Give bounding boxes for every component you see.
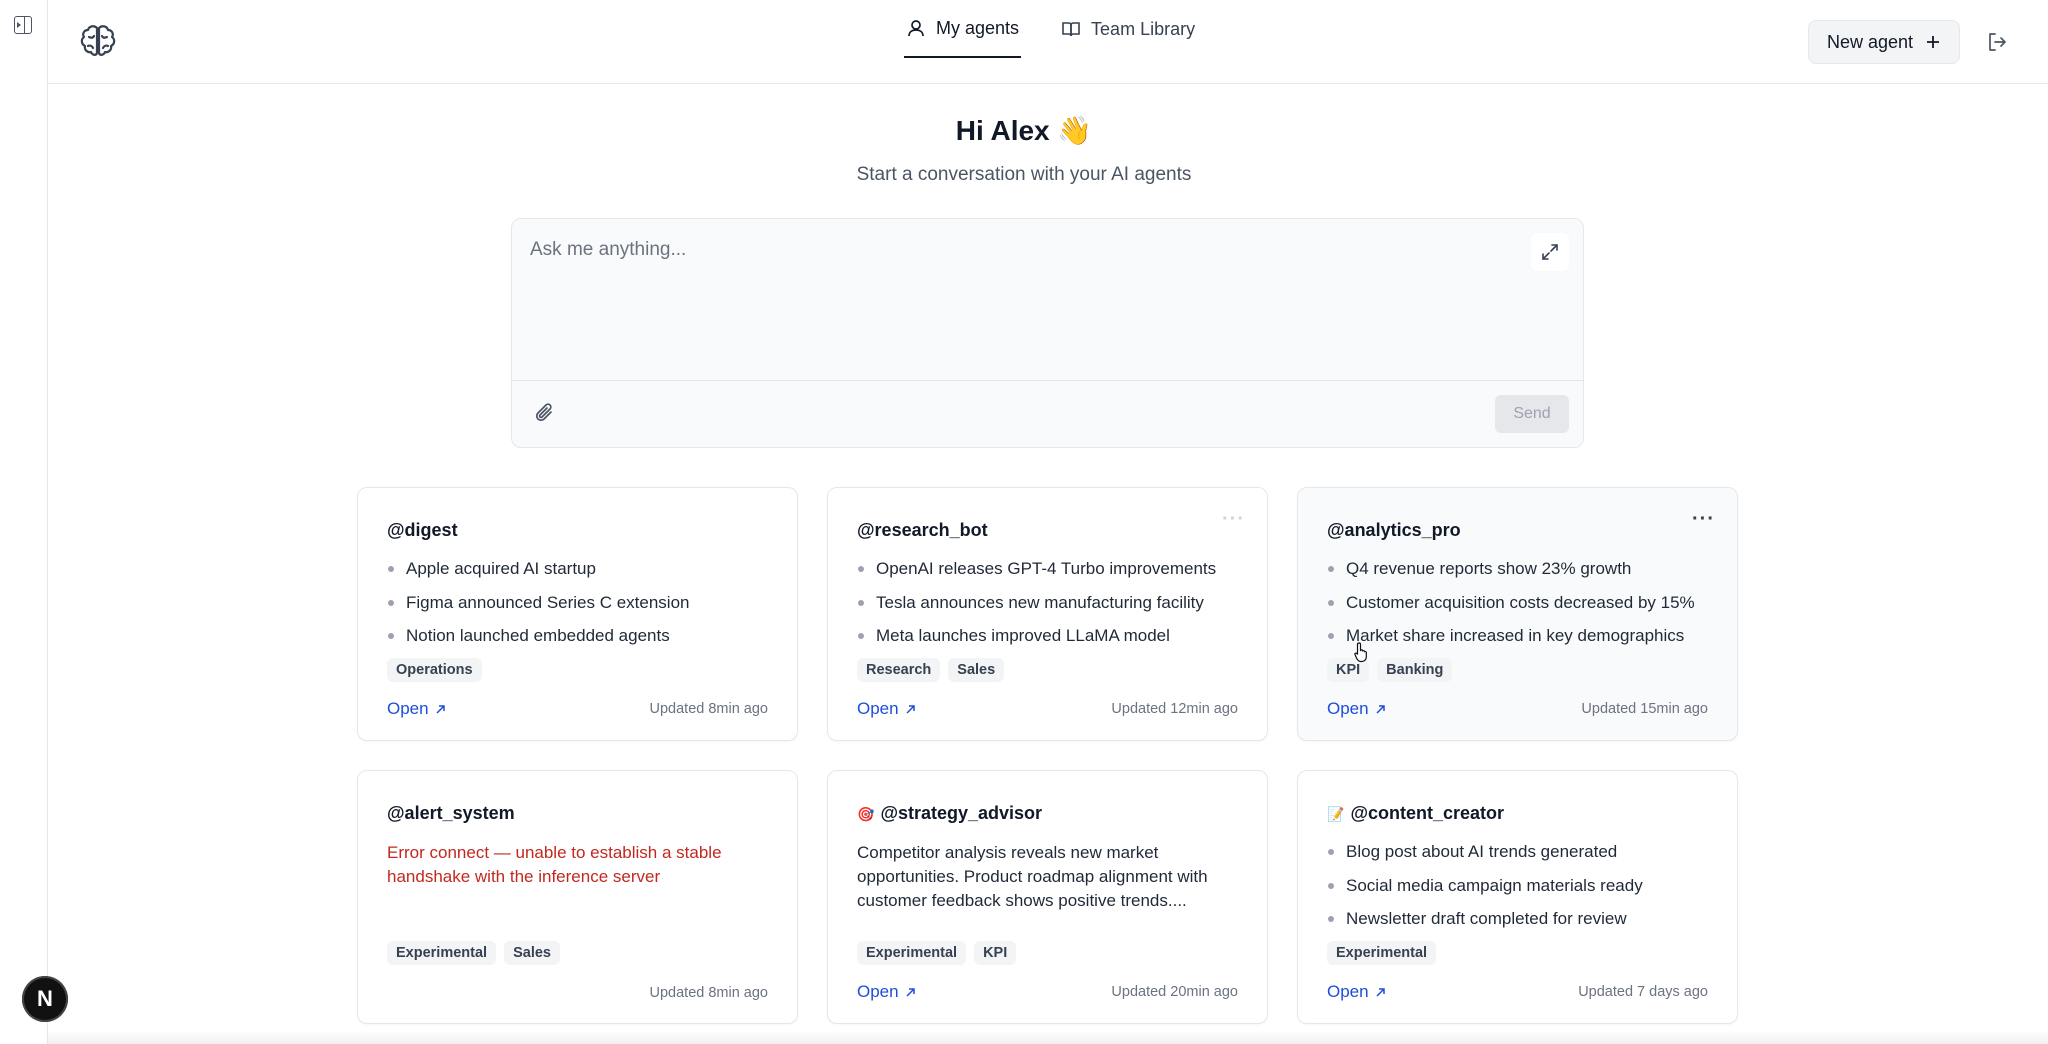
expand-button[interactable] xyxy=(1531,233,1569,271)
list-item: Apple acquired AI startup xyxy=(387,558,690,592)
card-tags: Operations xyxy=(387,658,482,682)
list-item: Meta launches improved LLaMA model xyxy=(857,625,1216,659)
card-title-text: @content_creator xyxy=(1350,803,1505,823)
tab-my-agents[interactable]: My agents xyxy=(904,0,1022,58)
dev-tools-badge[interactable]: N xyxy=(22,976,68,1022)
arrow-up-right-icon xyxy=(1376,704,1385,714)
card-tags: Experimental Sales xyxy=(387,941,560,965)
agent-card-analytics-pro[interactable]: @analytics_pro ··· Q4 revenue reports sh… xyxy=(1297,487,1738,741)
card-title: 📝 @content_creator xyxy=(1327,803,1504,824)
card-title: @analytics_pro xyxy=(1327,520,1461,540)
open-label: Open xyxy=(857,982,899,1001)
updated-timestamp: Updated 8min ago xyxy=(649,701,769,717)
card-title-text: @strategy_advisor xyxy=(880,803,1043,823)
card-tags: Research Sales xyxy=(857,658,1005,682)
tag: Sales xyxy=(504,941,560,965)
new-agent-label: New agent xyxy=(1826,31,1914,52)
card-title: @alert_system xyxy=(387,803,515,823)
updated-timestamp: Updated 8min ago xyxy=(649,985,769,1001)
left-rail xyxy=(0,0,48,1044)
arrow-up-right-icon xyxy=(436,704,445,714)
chat-composer: Send xyxy=(511,218,1584,448)
list-item: Newsletter draft completed for review xyxy=(1327,908,1643,942)
tag: Banking xyxy=(1377,658,1453,682)
agent-card-digest[interactable]: @digest Apple acquired AI startup Figma … xyxy=(357,487,798,741)
card-bullets: Apple acquired AI startup Figma announce… xyxy=(387,558,690,659)
target-icon: 🎯 xyxy=(857,806,875,822)
list-item: Notion launched embedded agents xyxy=(387,625,690,659)
card-tags: Experimental KPI xyxy=(857,941,1017,965)
open-link[interactable]: Open xyxy=(387,699,446,719)
composer-divider xyxy=(512,380,1583,381)
card-tags: Experimental xyxy=(1327,941,1437,965)
tag: Experimental xyxy=(1327,941,1437,965)
plus-icon xyxy=(1927,36,1940,48)
new-agent-button[interactable]: New agent xyxy=(1808,20,1960,64)
agent-card-alert-system[interactable]: @alert_system Error connect — unable to … xyxy=(357,770,798,1024)
error-message: Error connect — unable to establish a st… xyxy=(387,843,722,886)
tag: Research xyxy=(857,658,941,682)
updated-timestamp: Updated 7 days ago xyxy=(1578,984,1708,1000)
card-title: 🎯 @strategy_advisor xyxy=(857,803,1042,824)
tab-my-agents-label: My agents xyxy=(936,17,1020,38)
open-link[interactable]: Open xyxy=(857,699,916,719)
list-item: Figma announced Series C extension xyxy=(387,592,690,626)
book-icon xyxy=(1062,22,1080,37)
card-title: @research_bot xyxy=(857,520,988,540)
main-nav: My agents Team Library xyxy=(904,0,1197,84)
card-tags: KPI Banking xyxy=(1327,658,1453,682)
tag: Experimental xyxy=(857,941,967,965)
open-label: Open xyxy=(857,699,899,718)
open-label: Open xyxy=(1327,982,1369,1001)
open-link[interactable]: Open xyxy=(1327,982,1386,1002)
hand-cursor-icon xyxy=(1354,642,1367,663)
tag: Sales xyxy=(948,658,1005,682)
updated-timestamp: Updated 20min ago xyxy=(1111,984,1238,1000)
card-bullets: Blog post about AI trends generated Soci… xyxy=(1327,841,1643,942)
arrow-up-right-icon xyxy=(1376,987,1385,997)
arrow-up-right-icon xyxy=(906,704,915,714)
list-item: Blog post about AI trends generated xyxy=(1327,841,1643,875)
greeting-subtitle: Start a conversation with your AI agents xyxy=(856,164,1192,185)
list-item: Q4 revenue reports show 23% growth xyxy=(1327,558,1695,592)
agent-card-research-bot[interactable]: @research_bot ··· OpenAI releases GPT-4 … xyxy=(827,487,1268,741)
agent-card-strategy-advisor[interactable]: 🎯 @strategy_advisor Competitor analysis r… xyxy=(827,770,1268,1024)
sidebar-toggle-icon[interactable] xyxy=(14,16,32,34)
tab-team-library-label: Team Library xyxy=(1091,18,1196,39)
logout-icon[interactable] xyxy=(1986,31,2008,53)
open-link[interactable]: Open xyxy=(857,982,916,1002)
tab-team-library[interactable]: Team Library xyxy=(1059,0,1197,58)
greeting-heading: Hi Alex 👋 xyxy=(955,115,1093,146)
card-summary: Competitor analysis reveals new market o… xyxy=(857,843,1208,910)
more-options-icon[interactable]: ··· xyxy=(1222,508,1245,531)
brain-logo-icon[interactable] xyxy=(76,20,120,64)
open-label: Open xyxy=(1327,699,1369,718)
tag: Experimental xyxy=(387,941,497,965)
memo-icon: 📝 xyxy=(1327,806,1345,822)
card-bullets: Q4 revenue reports show 23% growth Custo… xyxy=(1327,558,1695,659)
list-item: Market share increased in key demographi… xyxy=(1327,625,1695,659)
tag: KPI xyxy=(974,941,1017,965)
open-label: Open xyxy=(387,699,429,718)
list-item: Social media campaign materials ready xyxy=(1327,875,1643,909)
list-item: OpenAI releases GPT-4 Turbo improvements xyxy=(857,558,1216,592)
arrow-up-right-icon xyxy=(906,987,915,997)
card-title: @digest xyxy=(387,520,458,540)
open-link[interactable]: Open xyxy=(1327,699,1386,719)
top-bar: My agents Team Library New agent xyxy=(48,0,2048,84)
chat-input[interactable] xyxy=(530,239,1490,261)
more-options-icon[interactable]: ··· xyxy=(1692,508,1715,531)
tag: Operations xyxy=(387,658,482,682)
updated-timestamp: Updated 15min ago xyxy=(1581,701,1708,717)
list-item: Customer acquisition costs decreased by … xyxy=(1327,592,1695,626)
list-item: Tesla announces new manufacturing facili… xyxy=(857,592,1216,626)
agent-card-content-creator[interactable]: 📝 @content_creator Blog post about AI tre… xyxy=(1297,770,1738,1024)
updated-timestamp: Updated 12min ago xyxy=(1111,701,1238,717)
user-icon xyxy=(908,20,924,37)
card-bullets: OpenAI releases GPT-4 Turbo improvements… xyxy=(857,558,1216,659)
bottom-fade xyxy=(48,1030,2048,1044)
send-button[interactable]: Send xyxy=(1495,395,1569,433)
expand-icon xyxy=(1542,244,1558,260)
paperclip-icon[interactable] xyxy=(534,402,556,424)
